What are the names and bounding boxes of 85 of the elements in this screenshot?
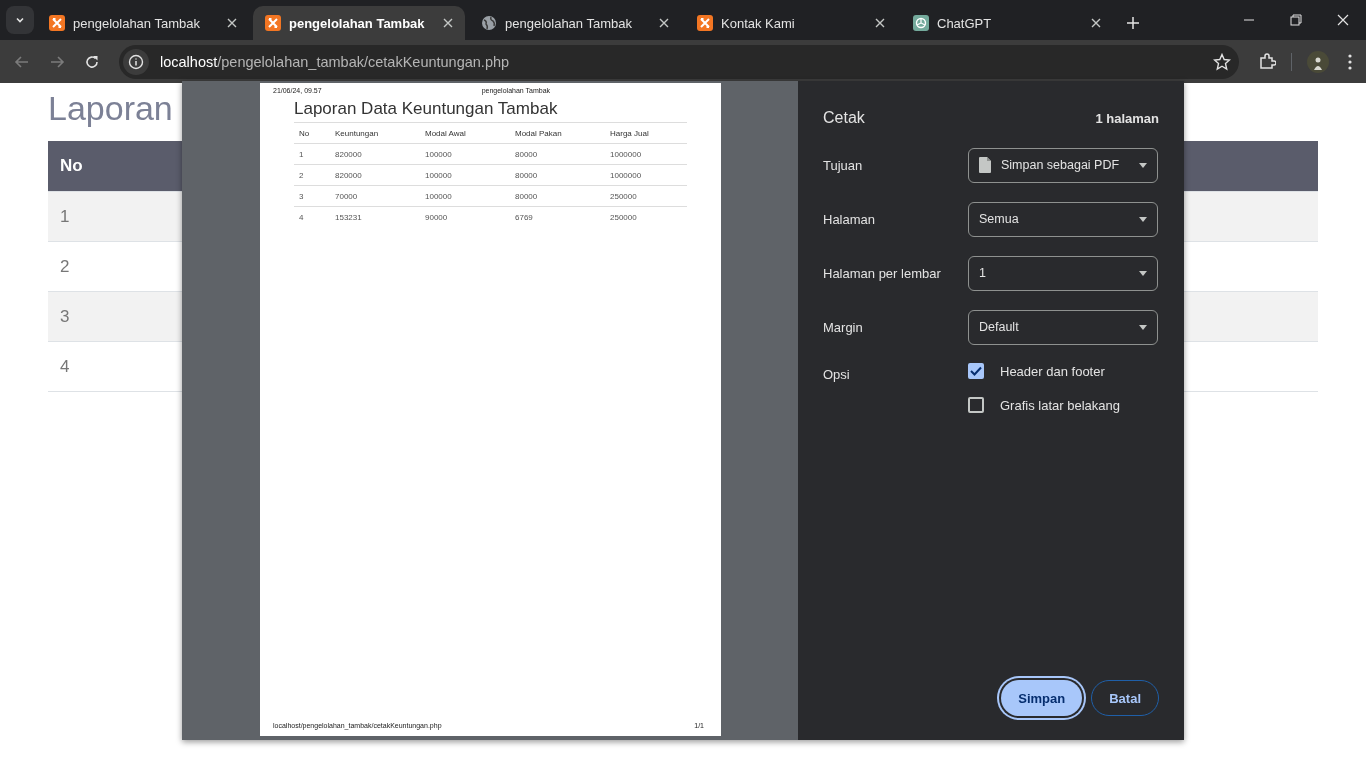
table-cell-text: 1000000 [609,170,642,180]
more-menu-icon[interactable] [1348,53,1352,70]
table-cell-text: 100000 [424,170,453,180]
page-heading: Laporan [48,89,173,128]
setting-label: Tujuan [823,157,864,173]
table-cell-text: 3 [298,191,305,201]
table-cell-text: 100000 [424,149,453,159]
table-cell-text: 90000 [424,212,449,222]
caret-icon [1139,162,1147,168]
setting-label: Halaman per lembar [823,265,942,281]
info-icon[interactable] [123,48,149,75]
chatgpt-logo-icon [913,15,929,31]
column-header: Harga Jual [609,128,649,138]
table-cell-text: 1 [59,206,71,227]
setting-label: Opsi [823,367,851,382]
table-cell-text: 1 [298,149,305,159]
table-cell-text: 2 [59,256,71,277]
table-cell-text: 100000 [424,191,453,201]
globe-icon [481,15,497,31]
reload-icon[interactable] [84,53,100,70]
caret-icon [1139,324,1147,330]
close-icon[interactable] [659,18,669,28]
table-cell-text: 4 [59,356,71,377]
url-text: localhost/pengelolahan_tambak/cetakKeuntungan.php [160,53,511,70]
dropdown[interactable]: Simpan sebagai PDF [968,147,1158,183]
browser-tab[interactable]: pengelolahan Tambak [253,6,465,40]
dropdown[interactable]: 1 [968,255,1158,291]
table-cell-text: 2 [298,170,305,180]
table-cell-text: 6769 [514,212,534,222]
checkbox[interactable] [968,397,984,413]
xampp-logo-icon [49,15,65,31]
setting-label: Margin [823,319,864,335]
close-icon[interactable] [227,18,237,28]
tab-title: pengelolahan Tambak [289,15,426,31]
tab-title: ChatGPT [937,15,993,31]
checkbox-label: Grafis latar belakang [1000,397,1120,413]
tab-title: Kontak Kami [721,15,796,31]
back-arrow-icon[interactable] [14,53,30,70]
close-icon[interactable] [1337,14,1349,26]
table-cell-text: 250000 [609,212,637,222]
table-cell-text: 1000000 [609,149,642,159]
document-icon [979,157,991,173]
table-cell-text: 820000 [334,170,363,180]
column-header: Modal Pakan [514,128,563,138]
xampp-logo-icon [697,15,713,31]
column-header: Modal Awal [424,128,467,138]
xampp-logo-icon [265,15,281,31]
caret-icon [1139,216,1147,222]
dropdown[interactable]: Default [968,309,1158,345]
page-count: 1 halaman [1095,110,1159,126]
checkbox-label: Header dan footer [1000,363,1105,379]
table-cell-text: 250000 [609,191,637,201]
dialog-title: Cetak [823,109,865,127]
column-header: No [298,128,311,138]
close-icon[interactable] [443,18,453,28]
close-icon[interactable] [875,18,885,28]
new-tab-icon[interactable] [1127,17,1139,29]
setting-label: Halaman [823,211,877,227]
table-cell-text: 4 [298,212,305,222]
table-cell-text: 80000 [514,149,539,159]
column-header: No [59,156,84,176]
avatar-icon[interactable] [1307,50,1329,73]
restore-icon[interactable] [1290,14,1302,26]
close-icon[interactable] [1091,18,1101,28]
table-cell-text: 80000 [514,191,539,201]
browser-tab[interactable]: ChatGPT [901,6,1113,40]
star-icon[interactable] [1213,52,1231,71]
forward-arrow-icon[interactable] [49,53,65,70]
table-cell-text: 70000 [334,191,359,201]
table-cell-text: 3 [59,306,71,327]
address-bar[interactable]: localhost/pengelolahan_tambak/cetakKeuntungan.php [119,44,1239,79]
table-cell-text: 153231 [334,212,363,222]
table-cell-text: 80000 [514,170,539,180]
dropdown[interactable]: Semua [968,201,1158,237]
puzzle-icon[interactable] [1258,52,1276,71]
table-cell-text: 820000 [334,149,363,159]
column-header: Keuntungan [334,128,380,138]
report-title: Laporan Data Keuntungan Tambak [294,99,687,123]
browser-tab[interactable]: pengelolahan Tambak [469,6,681,40]
browser-tab[interactable]: Kontak Kami [685,6,897,40]
browser-tab[interactable]: pengelolahan Tambak [37,6,249,40]
tab-title: pengelolahan Tambak [73,15,201,31]
tab-title: pengelolahan Tambak [505,15,633,31]
checkbox[interactable] [968,363,984,379]
caret-icon [1139,270,1147,276]
